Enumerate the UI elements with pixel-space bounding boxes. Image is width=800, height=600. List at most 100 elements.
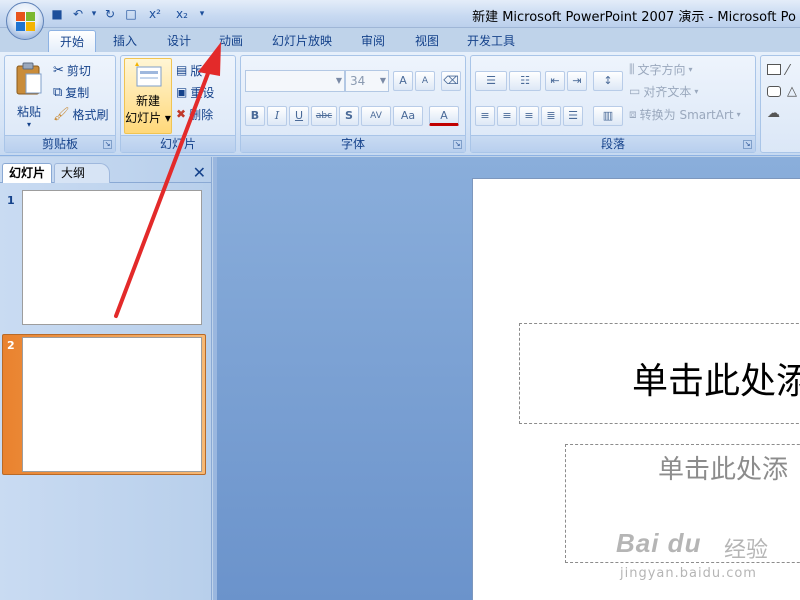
align-text-icon: ▭ xyxy=(629,84,641,98)
increase-indent-button[interactable]: ⇥ xyxy=(567,71,587,91)
shape-textbox-icon[interactable] xyxy=(767,64,781,75)
smartart-label: 转换为 SmartArt xyxy=(639,107,734,122)
subtitle-placeholder-text: 单击此处添 xyxy=(658,455,789,485)
group-clipboard: 粘贴 ▾ ✂ 剪切 ⧉ 复制 🖌 格式刷 剪贴板 ↘ xyxy=(4,55,116,153)
grow-font-button[interactable]: A xyxy=(393,71,413,91)
align-right-button[interactable]: ≡ xyxy=(519,106,539,126)
slide-thumbnail-2[interactable] xyxy=(22,337,202,472)
tab-insert[interactable]: 插入 xyxy=(102,30,148,52)
shape-triangle-icon[interactable]: △ xyxy=(787,84,797,99)
shape-line-icon[interactable] xyxy=(783,64,800,75)
line-spacing-button[interactable]: ↕ xyxy=(593,71,623,91)
office-logo-icon xyxy=(16,12,36,32)
window-title: 新建 Microsoft PowerPoint 2007 演示 - Micros… xyxy=(472,10,796,25)
align-left-button[interactable]: ≡ xyxy=(475,106,495,126)
undo-icon[interactable]: ↶ xyxy=(69,5,87,23)
char-spacing-button[interactable]: AV xyxy=(361,106,391,126)
shape-rect-icon[interactable] xyxy=(767,86,781,97)
bullets-button[interactable]: ☰ xyxy=(475,71,507,91)
numbering-button[interactable]: ☷ xyxy=(509,71,541,91)
slide-number-2: 2 xyxy=(7,339,15,352)
group-paragraph: ☰ ☷ ⇤ ⇥ ↕ ⫼ 文字方向 ▾ ▭ 对齐文本 ▾ ⧈ 转换为 SmartA… xyxy=(470,55,756,153)
new-slide-icon xyxy=(135,62,162,87)
shape-cloud-icon[interactable]: ☁ xyxy=(767,106,780,121)
tab-review[interactable]: 审阅 xyxy=(350,30,396,52)
delete-button[interactable]: ✖ 删除 xyxy=(176,104,213,124)
decrease-indent-button[interactable]: ⇤ xyxy=(545,71,565,91)
format-painter-button[interactable]: 🖌 格式刷 xyxy=(53,104,109,124)
paste-button[interactable]: 粘贴 ▾ xyxy=(11,60,47,134)
office-button[interactable] xyxy=(6,2,44,40)
align-text-label: 对齐文本 xyxy=(643,84,692,99)
customize-icon[interactable]: ▾ xyxy=(197,5,207,23)
copy-label: 复制 xyxy=(65,85,90,100)
paste-label: 粘贴 xyxy=(16,105,41,119)
launcher-icon[interactable]: ↘ xyxy=(743,140,752,149)
underline-button[interactable]: U xyxy=(289,106,309,126)
watermark: Bai du 经验 jingyan.baidu.com xyxy=(612,524,782,600)
launcher-icon[interactable]: ↘ xyxy=(103,140,112,149)
tab-outline-pane[interactable]: 大纲 xyxy=(54,163,110,183)
italic-button[interactable]: I xyxy=(267,106,287,126)
font-name-combo[interactable]: ▼ xyxy=(245,70,345,92)
group-label-paragraph: 段落 xyxy=(471,135,755,152)
text-direction-button[interactable]: ⫼ 文字方向 ▾ xyxy=(629,59,693,79)
delete-icon: ✖ xyxy=(176,107,187,121)
copy-button[interactable]: ⧉ 复制 xyxy=(53,82,89,102)
print-preview-icon[interactable]: □ xyxy=(122,5,140,23)
reset-button[interactable]: ▣ 重设 xyxy=(176,82,214,102)
change-case-button[interactable]: Aa xyxy=(393,106,423,126)
watermark-url: jingyan.baidu.com xyxy=(620,566,757,581)
columns-button[interactable]: ▥ xyxy=(593,106,623,126)
tab-slides-pane[interactable]: 幻灯片 xyxy=(2,163,53,183)
tab-slideshow[interactable]: 幻灯片放映 xyxy=(262,30,342,52)
layout-button[interactable]: ▤ 版 xyxy=(176,60,202,80)
font-color-button[interactable]: A xyxy=(429,106,459,126)
ribbon-tabs: 开始 插入 设计 动画 幻灯片放映 审阅 视图 开发工具 xyxy=(0,28,800,52)
chevron-down-icon: ▾ xyxy=(26,120,31,129)
group-label-font: 字体 xyxy=(241,135,465,152)
group-label-slides: 幻灯片 xyxy=(121,135,235,152)
launcher-icon[interactable]: ↘ xyxy=(453,140,462,149)
align-center-button[interactable]: ≡ xyxy=(497,106,517,126)
close-icon[interactable]: ✕ xyxy=(193,164,206,182)
new-slide-button[interactable]: 新建 幻灯片 ▾ xyxy=(124,58,172,134)
justify-button[interactable]: ≣ xyxy=(541,106,561,126)
tab-animation[interactable]: 动画 xyxy=(208,30,254,52)
brush-icon: 🖌 xyxy=(53,106,70,122)
superscript-icon[interactable]: x² xyxy=(143,5,167,23)
cut-button[interactable]: ✂ 剪切 xyxy=(53,60,91,80)
chevron-down-icon: ▾ xyxy=(688,64,693,74)
text-direction-icon: ⫼ xyxy=(629,61,635,76)
distribute-button[interactable]: ☰ xyxy=(563,106,583,126)
redo-icon[interactable]: ↻ xyxy=(101,5,119,23)
tab-view[interactable]: 视图 xyxy=(404,30,450,52)
tab-design[interactable]: 设计 xyxy=(156,30,202,52)
baidu-logo: Bai du xyxy=(616,528,702,558)
strikethrough-button[interactable]: abc xyxy=(311,106,337,126)
quick-access-toolbar: ■ ↶ ▾ ↻ □ x² x₂ ▾ xyxy=(48,4,207,24)
slide-thumbnail-1[interactable] xyxy=(22,190,202,325)
bold-button[interactable]: B xyxy=(245,106,265,126)
smartart-button[interactable]: ⧈ 转换为 SmartArt ▾ xyxy=(629,104,741,124)
save-icon[interactable]: ■ xyxy=(48,5,66,23)
text-direction-label: 文字方向 xyxy=(637,62,686,77)
subscript-icon[interactable]: x₂ xyxy=(170,5,194,23)
align-text-button[interactable]: ▭ 对齐文本 ▾ xyxy=(629,81,698,101)
new-slide-label-2: 幻灯片 ▾ xyxy=(125,111,171,125)
ribbon: 粘贴 ▾ ✂ 剪切 ⧉ 复制 🖌 格式刷 剪贴板 ↘ 新建 幻灯片 ▾ ▤ 版 … xyxy=(0,52,800,156)
title-placeholder[interactable]: 单击此处添 xyxy=(519,323,800,424)
shadow-button[interactable]: S xyxy=(339,106,359,126)
tab-developer[interactable]: 开发工具 xyxy=(458,30,524,52)
shrink-font-button[interactable]: A xyxy=(415,71,435,91)
layout-icon: ▤ xyxy=(176,63,188,77)
dropdown-icon[interactable]: ▾ xyxy=(90,5,98,23)
tab-home[interactable]: 开始 xyxy=(48,30,96,52)
copy-icon: ⧉ xyxy=(53,84,63,100)
font-size-combo[interactable]: 34 ▼ xyxy=(345,70,389,92)
group-slides: 新建 幻灯片 ▾ ▤ 版 ▣ 重设 ✖ 删除 幻灯片 xyxy=(120,55,236,153)
clipboard-icon xyxy=(16,62,42,95)
group-drawing: △ ☁ xyxy=(760,55,800,153)
clear-format-button[interactable]: ⌫ xyxy=(441,71,461,91)
reset-icon: ▣ xyxy=(176,85,188,99)
